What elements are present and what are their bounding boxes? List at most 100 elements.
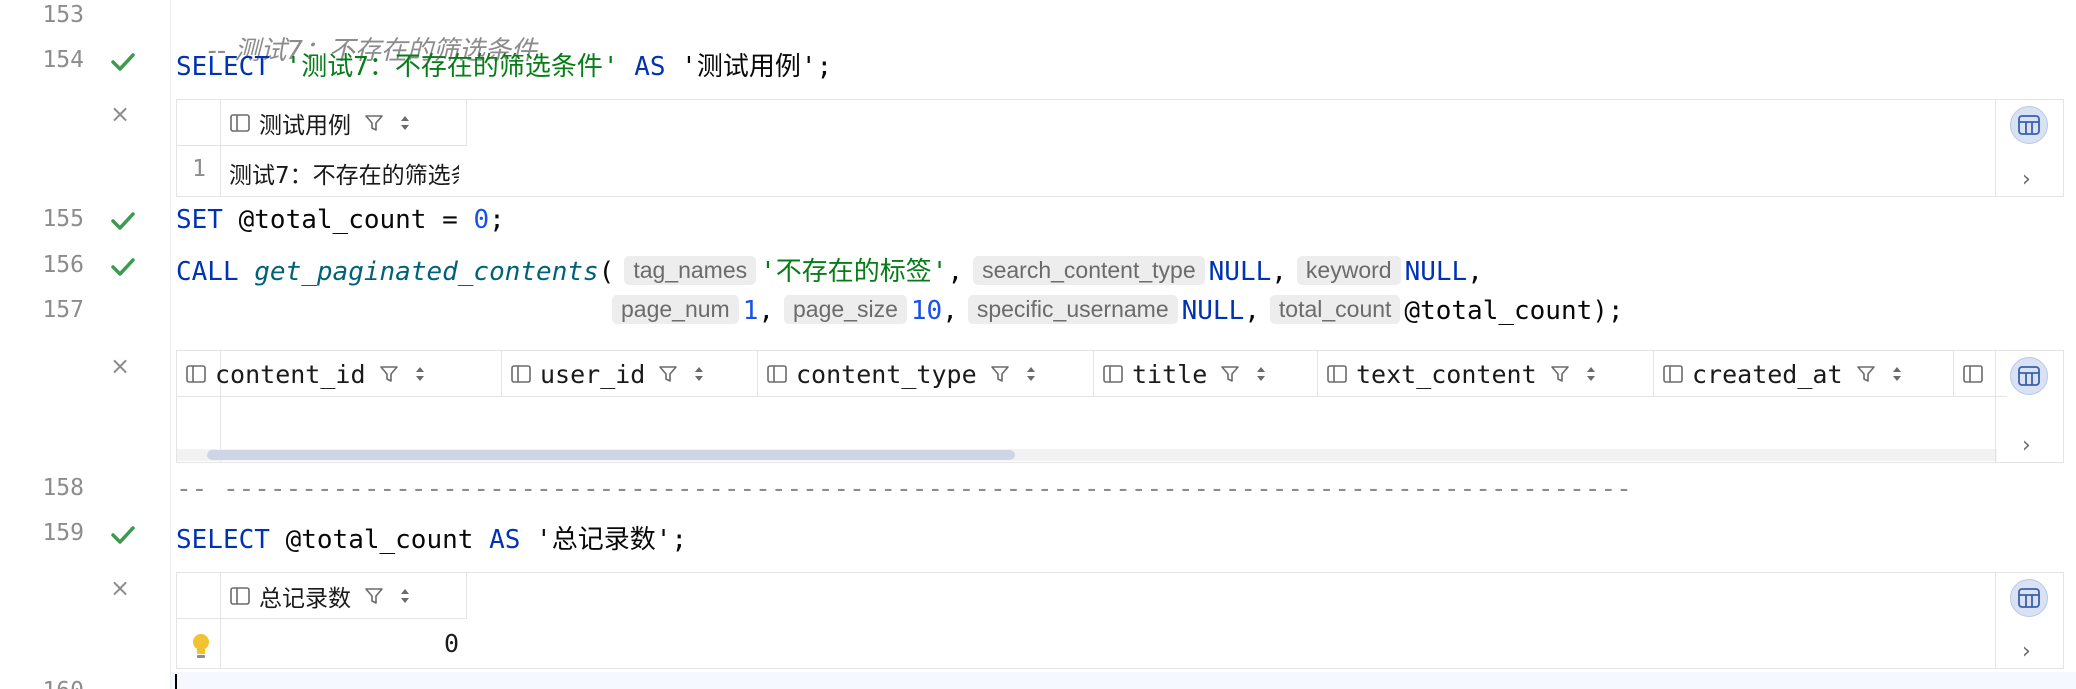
check-icon[interactable]: [108, 520, 138, 550]
check-icon[interactable]: [108, 206, 138, 236]
filter-icon[interactable]: [989, 363, 1011, 385]
horizontal-scrollbar[interactable]: [177, 449, 1997, 461]
sort-icon[interactable]: [1023, 363, 1039, 385]
column-header-text-content[interactable]: text_content: [1318, 351, 1654, 397]
param-hint: keyword: [1296, 256, 1401, 285]
result-side-toolbar: ›: [1995, 351, 2063, 462]
param-hint: page_num: [612, 295, 739, 324]
null-literal: NULL: [1404, 257, 1468, 287]
table-view-icon[interactable]: [2010, 579, 2048, 617]
result-panel-3[interactable]: 总记录数 0 ›: [176, 572, 2064, 669]
column-name: user_id: [540, 359, 646, 389]
param-hint: page_size: [784, 295, 907, 324]
param-hint: total_count: [1269, 295, 1401, 324]
sort-icon[interactable]: [1583, 363, 1599, 385]
close-icon[interactable]: ×: [110, 100, 130, 128]
sort-icon[interactable]: [397, 112, 413, 134]
result-header: content_id user_id content_type title text_c…: [177, 351, 2007, 397]
number-literal: 10: [910, 296, 943, 326]
keyword: CALL: [176, 257, 239, 287]
null-literal: NULL: [1208, 257, 1272, 287]
column-header[interactable]: 总记录数: [221, 573, 467, 619]
column-header-created-at[interactable]: created_at: [1654, 351, 1954, 397]
code-line-155[interactable]: SET @total_count = 0;: [176, 205, 505, 235]
sort-icon[interactable]: [1253, 363, 1269, 385]
string-literal: '测试7：不存在的筛选条件': [285, 52, 619, 82]
column-header[interactable]: 测试用例: [221, 100, 467, 146]
filter-icon[interactable]: [363, 585, 385, 607]
comma: ,: [1244, 296, 1260, 326]
comma: ,: [1467, 257, 1483, 287]
code-line-154[interactable]: SELECT '测试7：不存在的筛选条件' AS '测试用例';: [176, 46, 832, 83]
code-line-159[interactable]: SELECT @total_count AS '总记录数';: [176, 519, 687, 556]
string-literal: '测试用例': [681, 52, 817, 82]
close-icon[interactable]: ×: [110, 352, 130, 380]
string-literal: '不存在的标签': [760, 257, 948, 287]
comma: ,: [947, 257, 964, 287]
table-view-icon[interactable]: [2010, 357, 2048, 395]
column-header-user-id[interactable]: user_id: [502, 351, 758, 397]
check-icon[interactable]: [108, 252, 138, 282]
column-icon: [230, 587, 250, 605]
sort-icon[interactable]: [691, 363, 707, 385]
result-side-toolbar: ›: [1995, 573, 2063, 668]
function-name: get_paginated_contents: [254, 257, 599, 287]
column-name: 总记录数: [259, 586, 351, 612]
column-icon: [767, 365, 787, 383]
column-header-content-type[interactable]: content_type: [758, 351, 1094, 397]
result-panel-1[interactable]: 测试用例 1 测试7：不存在的筛选条件 ›: [176, 99, 2064, 197]
column-header-content-id[interactable]: content_id: [177, 351, 502, 397]
comment: -- -------------------------------------…: [176, 474, 1632, 504]
result-panel-2[interactable]: content_id user_id content_type title text_c…: [176, 350, 2064, 463]
sort-icon[interactable]: [1889, 363, 1905, 385]
filter-icon[interactable]: [657, 363, 679, 385]
column-icon: [186, 365, 206, 383]
result-cell[interactable]: 测试7：不存在的筛选条件: [229, 156, 459, 190]
code-line-158[interactable]: -- -------------------------------------…: [176, 474, 1632, 504]
filter-icon[interactable]: [378, 363, 400, 385]
variable: @total_count: [285, 525, 474, 555]
check-icon[interactable]: [108, 47, 138, 77]
semicolon: ;: [671, 525, 688, 555]
chevron-right-icon[interactable]: ›: [2022, 433, 2031, 458]
code-line-157[interactable]: page_num 1, page_size 10, specific_username N…: [612, 295, 1624, 326]
sort-icon[interactable]: [397, 585, 413, 607]
line-number: 156: [42, 252, 84, 278]
filter-icon[interactable]: [1549, 363, 1571, 385]
comma: ,: [758, 296, 775, 326]
line-number: 160: [0, 678, 84, 689]
close-icon[interactable]: ×: [110, 574, 130, 602]
current-line-highlight: [171, 672, 2076, 689]
line-number: 158: [42, 475, 84, 501]
column-name: content_type: [796, 359, 977, 389]
result-header: 总记录数: [177, 573, 467, 619]
table-view-icon[interactable]: [2010, 106, 2048, 144]
column-name: title: [1132, 359, 1208, 389]
lightbulb-icon[interactable]: [187, 631, 215, 661]
text-cursor: [175, 674, 177, 689]
filter-icon[interactable]: [1855, 363, 1877, 385]
null-literal: NULL: [1181, 296, 1245, 326]
column-header-partial[interactable]: [1954, 351, 1994, 397]
number-literal: 1: [742, 296, 759, 326]
scrollbar-thumb[interactable]: [207, 450, 1015, 460]
filter-icon[interactable]: [363, 112, 385, 134]
line-number: 153: [42, 2, 84, 28]
chevron-right-icon[interactable]: ›: [2022, 639, 2031, 664]
column-icon: [1327, 365, 1347, 383]
variable: @total_count =: [238, 205, 474, 235]
chevron-right-icon[interactable]: ›: [2022, 167, 2031, 192]
code-line-156[interactable]: CALL get_paginated_contents(tag_names '不存…: [176, 251, 1483, 288]
column-icon: [230, 114, 250, 132]
column-header-title[interactable]: title: [1094, 351, 1318, 397]
result-cell[interactable]: 0: [229, 629, 459, 658]
line-number: 155: [42, 206, 84, 232]
filter-icon[interactable]: [1219, 363, 1241, 385]
comma: ,: [942, 296, 958, 326]
column-icon: [1663, 365, 1683, 383]
semicolon: ;: [489, 205, 505, 235]
sort-icon[interactable]: [412, 363, 428, 385]
gutter-separator: [170, 0, 171, 689]
keyword: AS: [489, 525, 521, 555]
comma: ,: [1271, 257, 1287, 287]
